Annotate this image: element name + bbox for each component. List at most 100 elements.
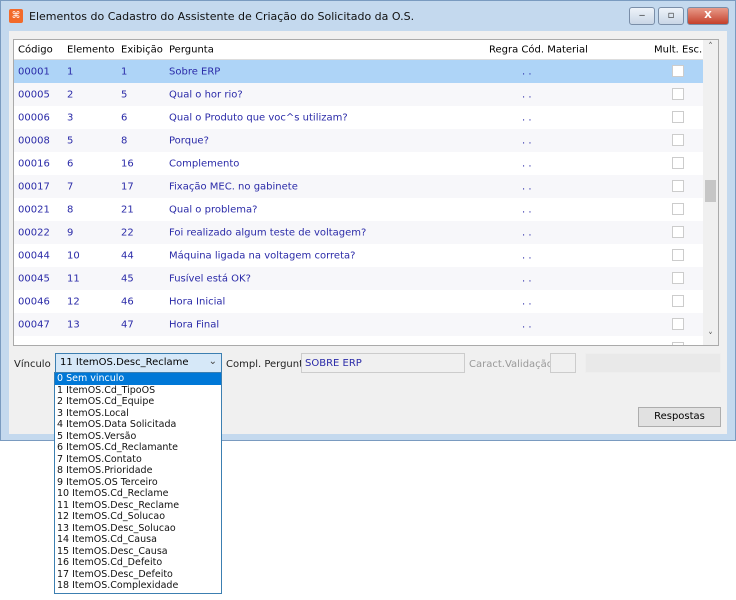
cell-codigo: 00017 (18, 181, 50, 192)
cell-exibicao: 21 (121, 204, 134, 215)
cell-pergunta: Qual o problema? (169, 204, 258, 215)
cell-exibicao: 22 (121, 227, 134, 238)
dropdown-option[interactable]: 6 ItemOS.Cd_Reclamante (55, 442, 221, 454)
mult-esc-checkbox[interactable] (672, 295, 684, 307)
mult-esc-checkbox[interactable] (672, 134, 684, 146)
table-row[interactable]: 00022 9 22 Foi realizado algum teste de vol… (14, 221, 704, 244)
table-row[interactable]: 00021 8 21 Qual o problema? . . (14, 198, 704, 221)
table-row[interactable]: 00046 12 46 Hora Inicial . . (14, 290, 704, 313)
column-header-mult-esc[interactable]: Mult. Esc. (654, 44, 702, 55)
dropdown-option[interactable]: 13 ItemOS.Desc_Solucao (55, 523, 221, 535)
cell-regra: . . (522, 135, 532, 146)
cell-elemento: 5 (67, 135, 74, 146)
column-header-exibicao[interactable]: Exibição (121, 44, 163, 55)
cell-exibicao: 45 (121, 273, 134, 284)
cell-pergunta: Fixação MEC. no gabinete (169, 181, 298, 192)
compl-pergunta-label: Compl. Pergunta (226, 359, 310, 370)
cell-elemento: 2 (67, 89, 74, 100)
dropdown-option[interactable]: 2 ItemOS.Cd_Equipe (55, 396, 221, 408)
title-bar[interactable]: ⌘ Elementos do Cadastro do Assistente de… (1, 1, 735, 31)
mult-esc-checkbox[interactable] (672, 249, 684, 261)
cell-exibicao: 5 (121, 89, 128, 100)
dropdown-option[interactable]: 14 ItemOS.Cd_Causa (55, 534, 221, 546)
scroll-up-icon[interactable]: ˄ (703, 40, 718, 55)
caract-validacao-label: Caract.Validação (469, 359, 553, 370)
dropdown-option[interactable]: 4 ItemOS.Data Solicitada (55, 419, 221, 431)
column-header-regra[interactable]: Regra Cód. Material (489, 44, 588, 55)
mult-esc-checkbox[interactable] (672, 111, 684, 123)
table-row[interactable]: 00001 1 1 Sobre ERP . . (14, 60, 704, 83)
table-row[interactable]: 00044 10 44 Máquina ligada na voltagem corr… (14, 244, 704, 267)
table-row[interactable]: 00016 6 16 Complemento . . (14, 152, 704, 175)
scroll-thumb[interactable] (705, 180, 716, 202)
table-row[interactable]: 00008 5 8 Porque? . . (14, 129, 704, 152)
mult-esc-checkbox[interactable] (672, 203, 684, 215)
dropdown-option[interactable]: 10 ItemOS.Cd_Reclame (55, 488, 221, 500)
cell-pergunta: Complemento (169, 158, 240, 169)
caract-validacao-input[interactable] (550, 353, 576, 373)
table-row-partial[interactable] (14, 337, 704, 345)
cell-regra: . . (522, 273, 532, 284)
cell-exibicao: 44 (121, 250, 134, 261)
cell-elemento: 8 (67, 204, 74, 215)
dropdown-option[interactable]: 1 ItemOS.Cd_TipoOS (55, 385, 221, 397)
cell-pergunta: Sobre ERP (169, 66, 221, 77)
cell-codigo: 00006 (18, 112, 50, 123)
mult-esc-checkbox[interactable] (672, 88, 684, 100)
cell-exibicao: 8 (121, 135, 128, 146)
cell-regra: . . (522, 158, 532, 169)
minimize-button[interactable]: ‒ (629, 7, 655, 25)
dropdown-option[interactable]: 7 ItemOS.Contato (55, 454, 221, 466)
mult-esc-checkbox[interactable] (672, 342, 684, 345)
mult-esc-checkbox[interactable] (672, 272, 684, 284)
cell-regra: . . (522, 66, 532, 77)
cell-elemento: 6 (67, 158, 74, 169)
cell-codigo: 00045 (18, 273, 50, 284)
cell-elemento: 3 (67, 112, 74, 123)
mult-esc-checkbox[interactable] (672, 157, 684, 169)
scroll-down-icon[interactable]: ˅ (703, 330, 718, 345)
dropdown-option[interactable]: 0 Sem vinculo (55, 373, 221, 385)
mult-esc-checkbox[interactable] (672, 65, 684, 77)
mult-esc-checkbox[interactable] (672, 180, 684, 192)
column-header-codigo[interactable]: Código (18, 44, 53, 55)
dropdown-option[interactable]: 5 ItemOS.Versão (55, 431, 221, 443)
compl-pergunta-input[interactable]: SOBRE ERP (301, 353, 465, 373)
table-row[interactable]: 00017 7 17 Fixação MEC. no gabinete . . (14, 175, 704, 198)
table-row[interactable]: 00047 13 47 Hora Final . . (14, 313, 704, 336)
vertical-scrollbar[interactable]: ˄ ˅ (703, 40, 718, 345)
cell-codigo: 00016 (18, 158, 50, 169)
dropdown-option[interactable]: 11 ItemOS.Desc_Reclame (55, 500, 221, 512)
table-row[interactable]: 00045 11 45 Fusível está OK? . . (14, 267, 704, 290)
vinculo-label: Vínculo (14, 359, 51, 370)
close-button[interactable]: X (687, 7, 729, 25)
cell-codigo: 00005 (18, 89, 50, 100)
grid-header: Código Elemento Exibição Pergunta Regra Cód.… (14, 40, 704, 60)
mult-esc-checkbox[interactable] (672, 318, 684, 330)
vinculo-dropdown-list[interactable]: 0 Sem vinculo 1 ItemOS.Cd_TipoOS 2 ItemOS.… (54, 372, 222, 594)
cell-elemento: 12 (67, 296, 80, 307)
app-icon: ⌘ (9, 9, 23, 23)
dropdown-option[interactable]: 9 ItemOS.OS Terceiro (55, 477, 221, 489)
dropdown-option[interactable]: 16 ItemOS.Cd_Defeito (55, 557, 221, 569)
column-header-pergunta[interactable]: Pergunta (169, 44, 214, 55)
dropdown-option[interactable]: 8 ItemOS.Prioridade (55, 465, 221, 477)
cell-exibicao: 1 (121, 66, 128, 77)
table-row[interactable]: 00006 3 6 Qual o Produto que voc^s utilizam… (14, 106, 704, 129)
dropdown-option[interactable]: 18 ItemOS.Complexidade (55, 580, 221, 592)
dropdown-option[interactable]: 17 ItemOS.Desc_Defeito (55, 569, 221, 581)
column-header-elemento[interactable]: Elemento (67, 44, 115, 55)
maximize-button[interactable]: ▫ (658, 7, 684, 25)
cell-codigo: 00001 (18, 66, 50, 77)
vinculo-select[interactable]: 11 ItemOS.Desc_Reclame ⌄ (55, 353, 222, 373)
dropdown-option[interactable]: 3 ItemOS.Local (55, 408, 221, 420)
respostas-button[interactable]: Respostas (638, 407, 721, 427)
cell-elemento: 9 (67, 227, 74, 238)
table-row[interactable]: 00005 2 5 Qual o hor rio? . . (14, 83, 704, 106)
chevron-down-icon: ⌄ (208, 356, 217, 367)
dropdown-option[interactable]: 15 ItemOS.Desc_Causa (55, 546, 221, 558)
cell-regra: . . (522, 204, 532, 215)
dropdown-option[interactable]: 12 ItemOS.Cd_Solucao (55, 511, 221, 523)
mult-esc-checkbox[interactable] (672, 226, 684, 238)
cell-codigo: 00047 (18, 319, 50, 330)
